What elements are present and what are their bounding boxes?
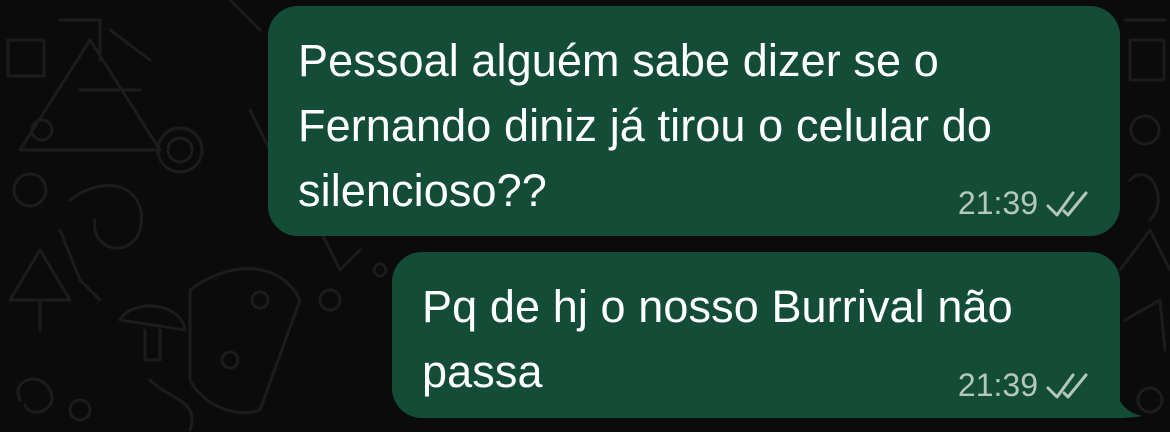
- double-check-icon: [1046, 373, 1088, 398]
- message-bubble-outgoing[interactable]: Pessoal alguém sabe dizer se o Fernando …: [268, 6, 1120, 236]
- message-time: 21:39: [957, 185, 1038, 221]
- message-meta: 21:39: [958, 185, 1092, 222]
- message-time: 21:39: [957, 367, 1038, 403]
- message-bubble-outgoing[interactable]: Pq de hj o nosso Burrival não passa 21:3…: [392, 252, 1120, 418]
- chat-area: Pessoal alguém sabe dizer se o Fernando …: [0, 0, 1170, 432]
- double-check-icon: [1046, 191, 1088, 216]
- message-meta: 21:39: [958, 367, 1092, 404]
- bubble-tail: [1114, 380, 1142, 418]
